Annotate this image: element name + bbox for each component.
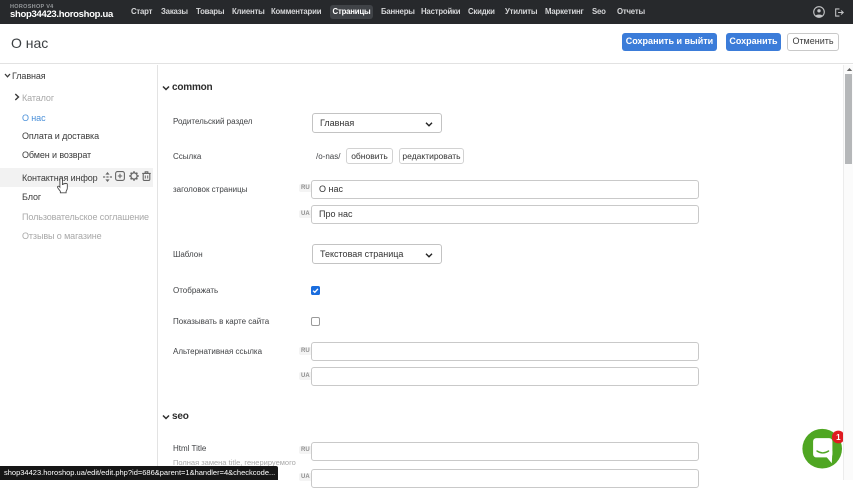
svg-text:1: 1 — [836, 433, 841, 442]
